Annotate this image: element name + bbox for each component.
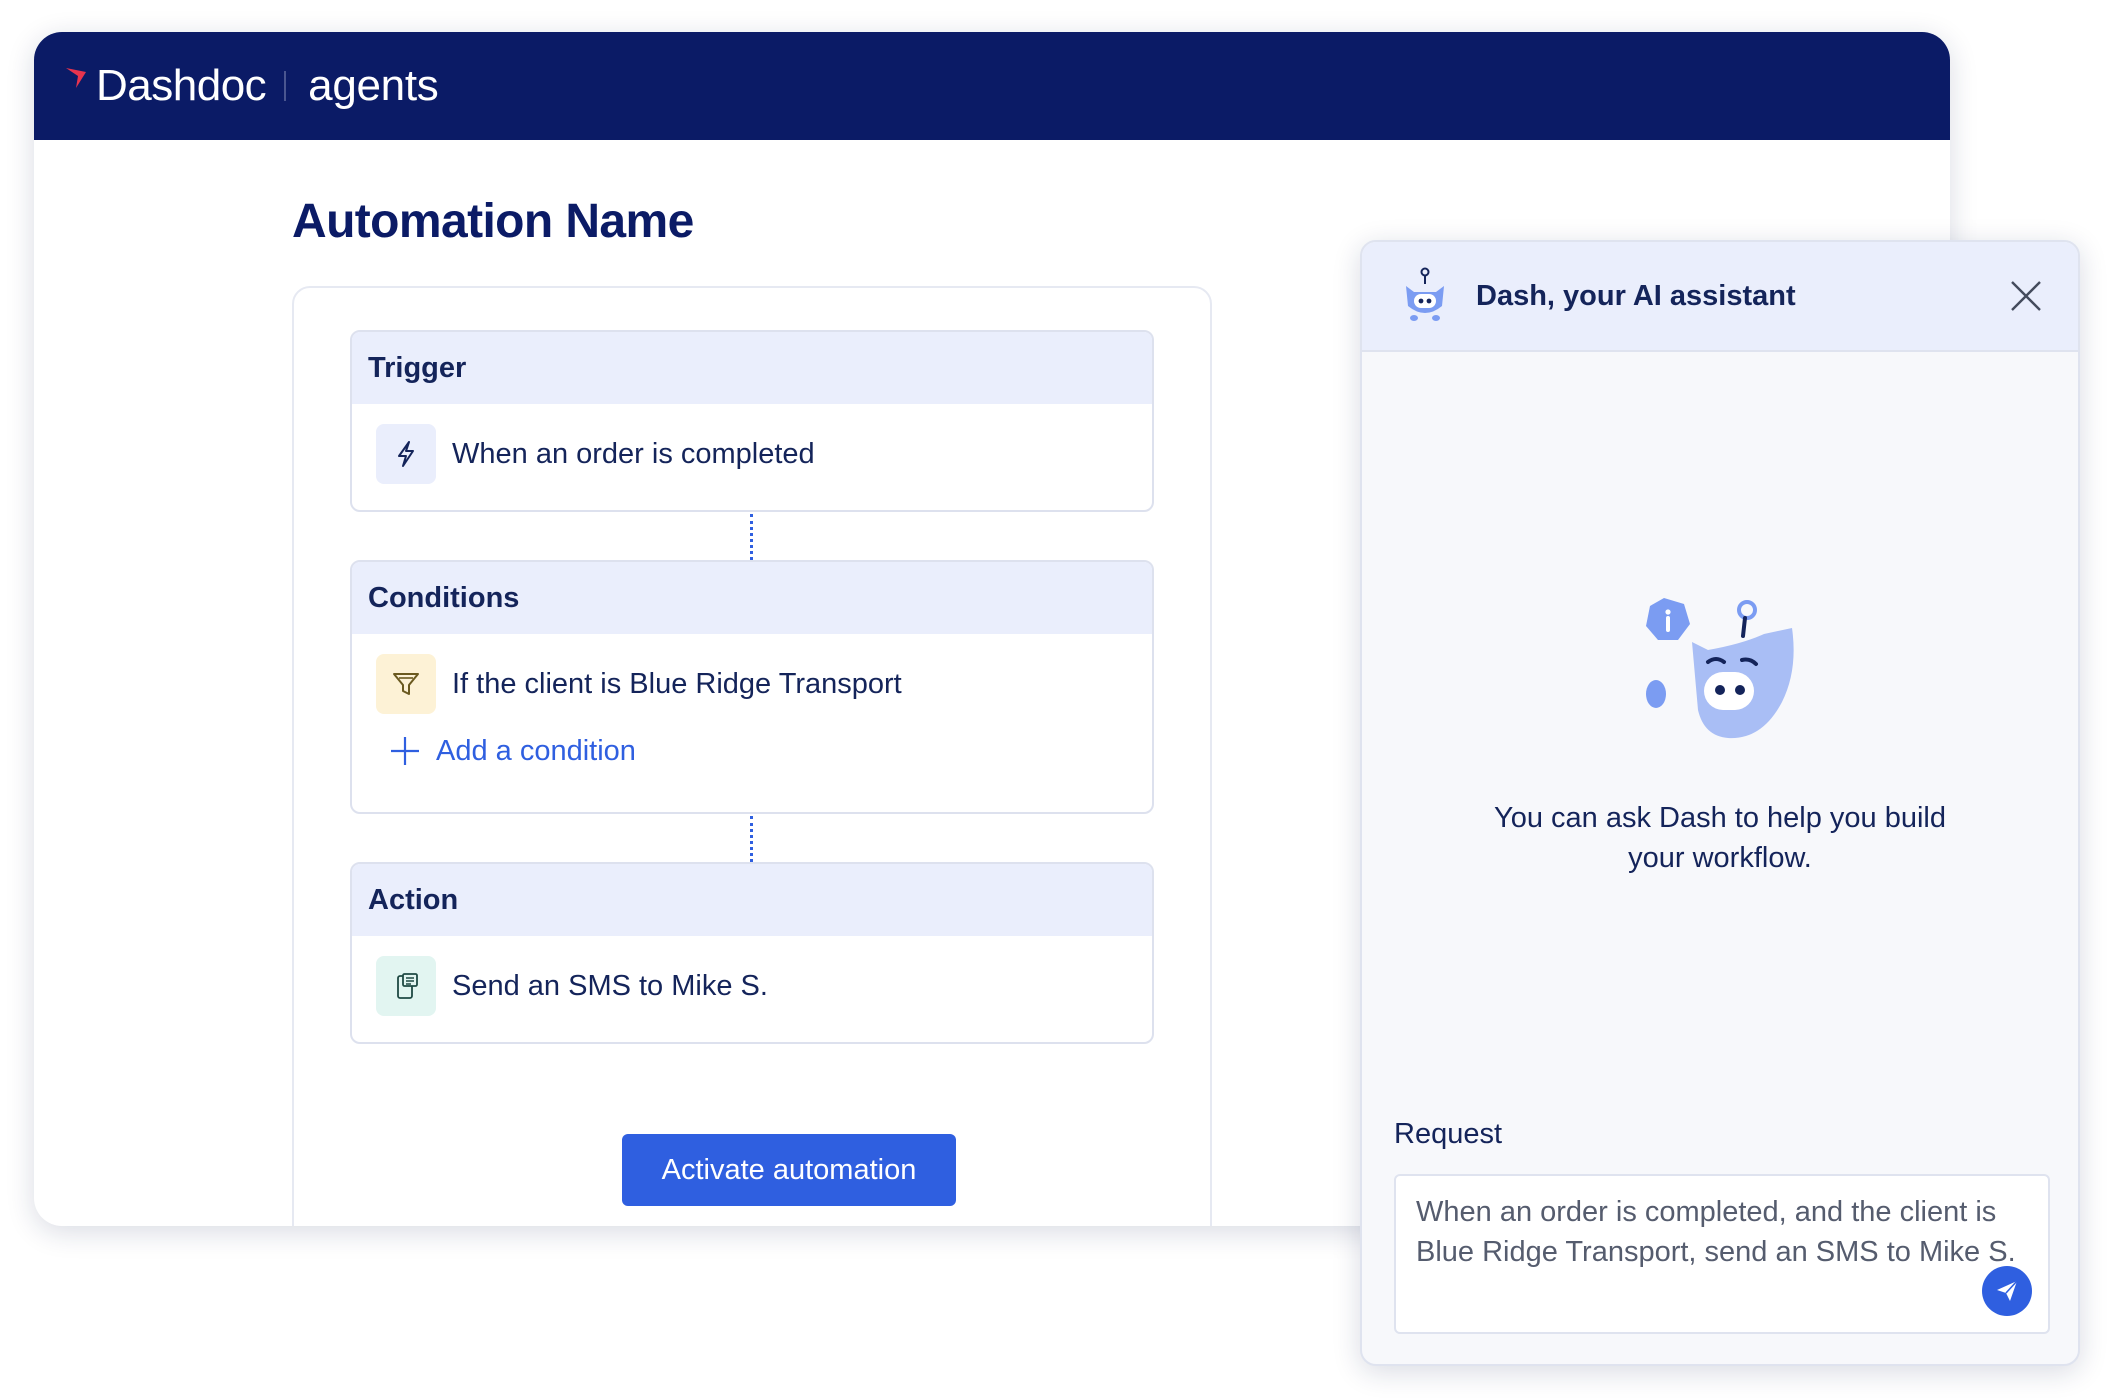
step-connector [750, 816, 753, 862]
request-input[interactable] [1394, 1174, 2050, 1334]
conditions-heading: Conditions [352, 562, 1152, 634]
action-text: Send an SMS to Mike S. [452, 969, 768, 1002]
sms-icon [376, 956, 436, 1016]
brand-name: Dashdoc [96, 61, 267, 110]
activate-automation-button[interactable]: Activate automation [622, 1134, 956, 1206]
plus-icon [391, 737, 419, 765]
brand-divider [284, 71, 287, 101]
condition-row[interactable]: If the client is Blue Ridge Transport [352, 634, 1152, 734]
action-step: Action Send an SMS to Mike S. [350, 862, 1154, 1044]
trigger-step: Trigger When an order is completed [350, 330, 1154, 512]
automation-builder: Trigger When an order is completed Condi… [292, 286, 1212, 1226]
request-label: Request [1394, 1118, 1503, 1150]
action-heading: Action [352, 864, 1152, 936]
assistant-header: Dash, your AI assistant [1362, 242, 2078, 352]
screen: Dashdoc agents Automation Name Trigger W… [0, 0, 2112, 1398]
send-icon [1997, 1280, 2018, 1301]
empty-message-line: You can ask Dash to help you build [1494, 802, 1946, 834]
conditions-step: Conditions If the client is Blue Ridge T… [350, 560, 1154, 814]
step-connector [750, 514, 753, 560]
robot-info-illustration [1646, 598, 1794, 739]
lightning-icon [376, 424, 436, 484]
close-icon[interactable] [2006, 276, 2046, 316]
trigger-row[interactable]: When an order is completed [352, 404, 1152, 504]
dashdoc-logo-icon [66, 68, 86, 88]
top-bar: Dashdoc agents [34, 32, 1950, 140]
action-row[interactable]: Send an SMS to Mike S. [352, 936, 1152, 1036]
ai-assistant-panel: Dash, your AI assistant You can ask Dash… [1360, 240, 2080, 1366]
trigger-text: When an order is completed [452, 437, 815, 470]
robot-avatar-icon [1406, 267, 1444, 321]
send-button[interactable] [1982, 1266, 2032, 1316]
add-condition-button[interactable]: Add a condition [352, 728, 1152, 774]
empty-message-line: your workflow. [1628, 842, 1812, 874]
add-condition-label: Add a condition [436, 734, 636, 767]
trigger-heading: Trigger [352, 332, 1152, 404]
assistant-title: Dash, your AI assistant [1476, 279, 1796, 312]
condition-text: If the client is Blue Ridge Transport [452, 667, 902, 700]
assistant-empty-message: You can ask Dash to help you build your … [1362, 798, 2078, 878]
filter-icon [376, 654, 436, 714]
product-name: agents [308, 61, 439, 110]
page-title: Automation Name [292, 195, 694, 248]
